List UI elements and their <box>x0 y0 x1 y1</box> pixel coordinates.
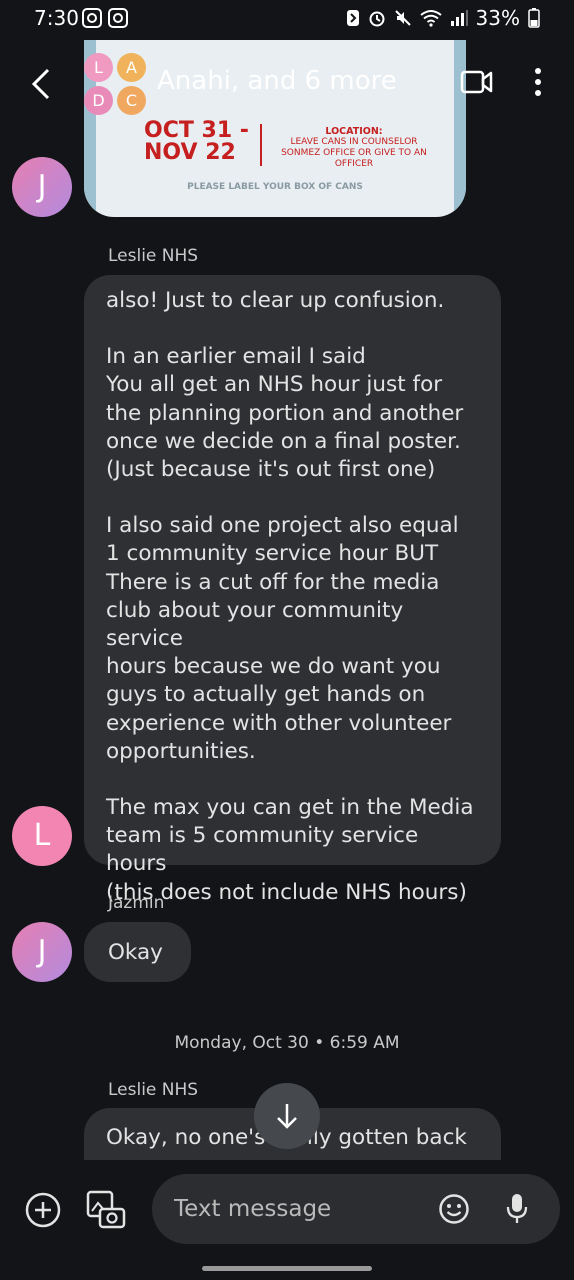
message-line: The max you can get in the Media <box>106 795 474 821</box>
conversation-header: L A D C Anahi, and 6 more <box>0 40 574 130</box>
avatar-letter-d: D <box>84 86 113 115</box>
message-line: team is 5 community service hours <box>106 823 419 877</box>
conversation-title[interactable]: Anahi, and 6 more <box>157 66 397 96</box>
avatar-jazmin[interactable]: J <box>12 157 72 217</box>
avatar-letter-c: C <box>117 86 146 115</box>
poster-location: LOCATION: LEAVE CANS IN COUNSELOR SONMEZ… <box>274 126 434 170</box>
wifi-icon <box>419 10 442 27</box>
back-arrow-icon[interactable] <box>28 66 54 102</box>
battery-icon <box>528 8 540 28</box>
message-line: the planning portion and another <box>106 400 464 426</box>
sender-name: Jazmin <box>108 893 165 913</box>
add-icon[interactable] <box>24 1191 62 1229</box>
poster-label: PLEASE LABEL YOUR BOX OF CANS <box>187 182 363 192</box>
instagram-icon <box>108 8 128 28</box>
scroll-to-bottom-button[interactable] <box>254 1083 320 1149</box>
message-line: (Just because it's out first one) <box>106 457 436 483</box>
avatar-jazmin[interactable]: J <box>12 922 72 982</box>
video-call-icon[interactable] <box>460 69 494 95</box>
signal-icon <box>450 10 468 26</box>
status-bar: 7:30 33% <box>0 0 574 40</box>
message-line: There is a cut off for the media <box>106 569 440 595</box>
composer-bar <box>0 1160 574 1260</box>
message-line: 1 community service hour BUT <box>106 541 439 567</box>
message-line: guys to actually get hands on <box>106 682 426 708</box>
message-field <box>152 1174 560 1244</box>
battery-percent: 33% <box>475 6 520 30</box>
home-indicator[interactable] <box>202 1266 372 1271</box>
poster-divider <box>260 124 262 166</box>
arrow-down-icon <box>277 1104 297 1129</box>
alarm-icon <box>369 11 385 27</box>
instagram-icon <box>82 8 102 28</box>
message-line: I also said one project also equal <box>106 513 459 539</box>
more-options-icon[interactable] <box>535 68 543 101</box>
message-line: opportunities. <box>106 738 256 764</box>
message-line: also! Just to clear up confusion. <box>106 288 445 313</box>
emoji-icon[interactable] <box>438 1193 470 1225</box>
microphone-icon[interactable] <box>505 1192 529 1226</box>
notification-icons <box>82 8 128 28</box>
message-line: In an earlier email I said <box>106 344 366 370</box>
message-text: Okay <box>108 940 163 965</box>
sender-name: Leslie NHS <box>108 1080 199 1100</box>
message-input[interactable] <box>172 1190 426 1228</box>
nfc-icon <box>346 10 359 26</box>
message-bubble[interactable]: Okay <box>84 922 191 982</box>
message-line: experience with other volunteer <box>106 710 452 736</box>
message-line: once we decide on a final poster. <box>106 428 461 454</box>
message-line: You all get an NHS hour just for <box>106 372 443 398</box>
poster-location-text: LEAVE CANS IN COUNSELOR SONMEZ OFFICE OR… <box>281 137 427 169</box>
poster-date-end: NOV 22 <box>144 140 236 165</box>
status-time: 7:30 <box>34 6 79 30</box>
message-line: club about your community service <box>106 597 404 652</box>
avatar-letter-a: A <box>117 53 146 82</box>
mute-icon <box>394 10 411 26</box>
sender-name: Leslie NHS <box>108 246 199 266</box>
message-bubble[interactable]: also! Just to clear up confusion. In an e… <box>84 275 501 905</box>
avatar-leslie[interactable]: L <box>12 806 72 866</box>
system-icons: 33% <box>346 6 540 30</box>
avatar-letter-l: L <box>84 53 113 82</box>
gallery-camera-icon[interactable] <box>86 1189 128 1231</box>
group-avatar[interactable]: L A D C <box>84 53 146 115</box>
message-line: hours because we do want you <box>106 654 441 680</box>
date-separator: Monday, Oct 30 • 6:59 AM <box>174 1033 400 1053</box>
